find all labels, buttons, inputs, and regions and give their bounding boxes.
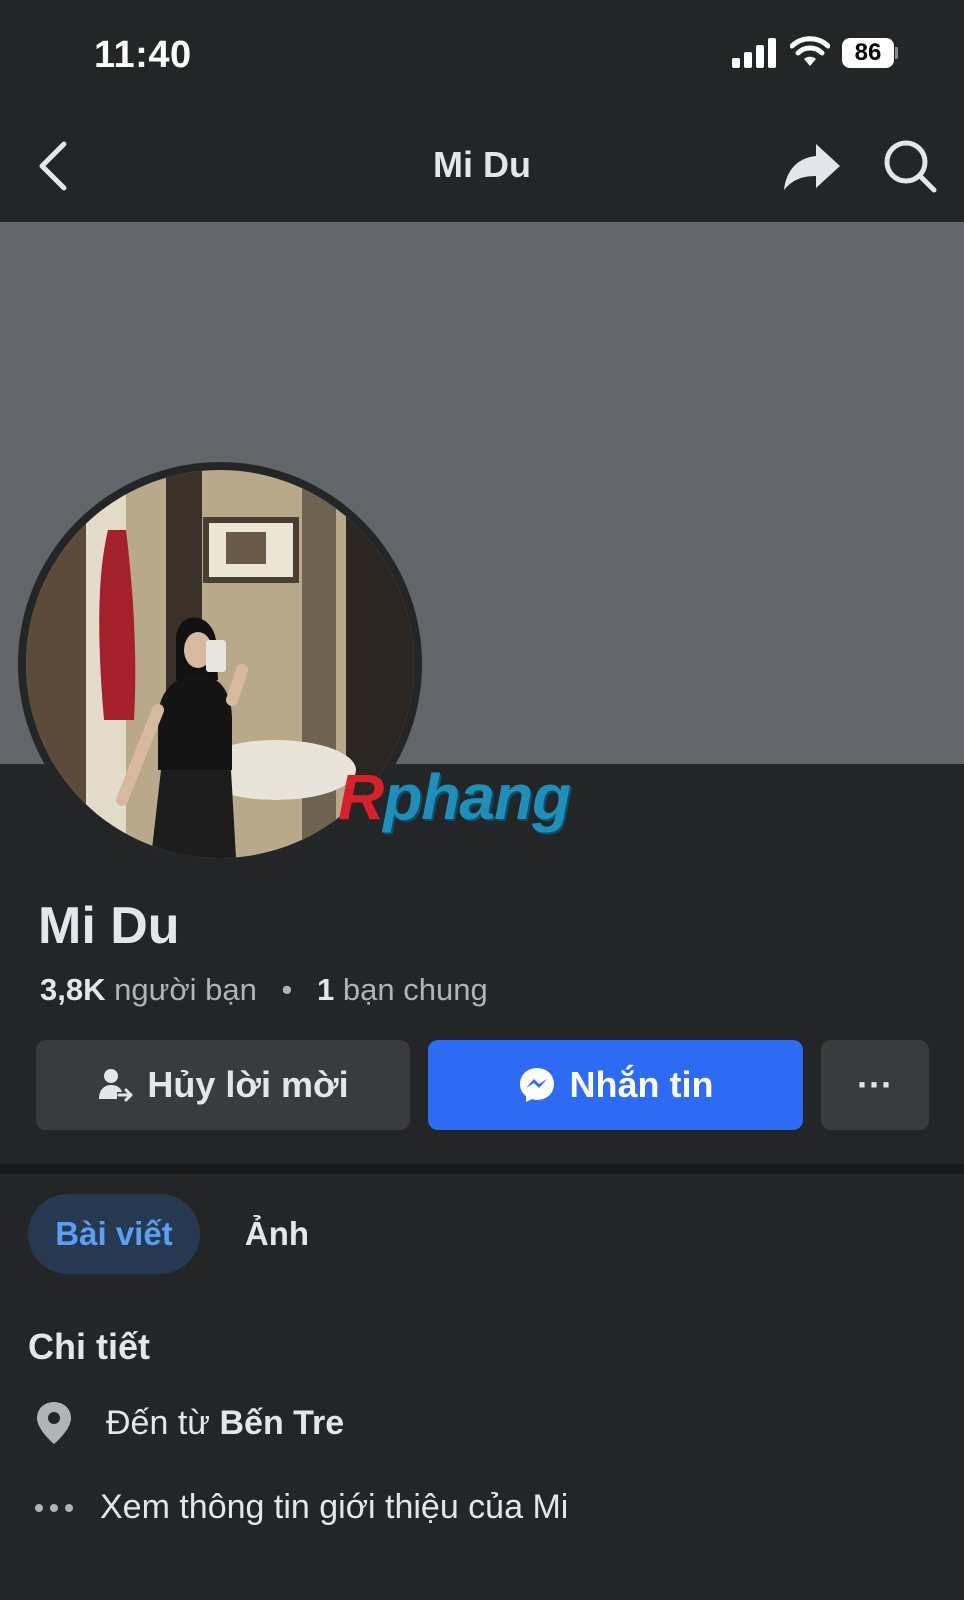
message-button[interactable]: Nhắn tin xyxy=(428,1040,803,1130)
cellular-signal-icon xyxy=(732,38,776,68)
separator-dot: • xyxy=(281,972,293,1007)
friends-summary[interactable]: 3,8K người bạn • 1 bạn chung xyxy=(40,972,488,1008)
mutual-count: 1 xyxy=(317,972,335,1007)
user-cancel-icon xyxy=(99,1069,133,1102)
more-icon: ··· xyxy=(857,1064,893,1105)
hometown-place: Bến Tre xyxy=(219,1403,345,1442)
see-about-label: Xem thông tin giới thiệu của Mi xyxy=(100,1488,569,1526)
details-heading: Chi tiết xyxy=(28,1326,150,1367)
nav-bar: Mi Du xyxy=(0,110,964,222)
watermark-logo: Rphang xyxy=(338,760,571,834)
cancel-request-button[interactable]: Hủy lời mời xyxy=(36,1040,410,1130)
message-label: Nhắn tin xyxy=(569,1064,714,1105)
watermark-text: phang xyxy=(383,761,571,833)
battery-indicator: 86 xyxy=(842,38,898,68)
wifi-icon xyxy=(790,36,830,66)
battery-level: 86 xyxy=(842,38,894,68)
watermark-letter: R xyxy=(338,761,384,833)
messenger-icon xyxy=(519,1068,554,1102)
cancel-request-label: Hủy lời mời xyxy=(147,1064,349,1105)
more-dots-icon xyxy=(35,1503,73,1512)
status-bar: 11:40 86 xyxy=(0,0,964,110)
location-pin-icon xyxy=(37,1402,71,1444)
status-time: 11:40 xyxy=(94,34,192,76)
more-options-button[interactable]: ··· xyxy=(821,1040,929,1130)
friends-count: 3,8K xyxy=(40,972,106,1007)
mutual-label: bạn chung xyxy=(342,972,488,1007)
friends-label: người bạn xyxy=(114,972,257,1007)
tab-posts[interactable]: Bài viết xyxy=(28,1194,200,1274)
see-about-link[interactable]: Xem thông tin giới thiệu của Mi xyxy=(34,1488,568,1527)
tab-photos[interactable]: Ảnh xyxy=(222,1194,332,1274)
profile-name: Mi Du xyxy=(38,897,180,955)
battery-nub xyxy=(895,47,898,59)
share-icon[interactable] xyxy=(782,136,842,196)
section-divider xyxy=(0,1164,964,1174)
hometown-prefix: Đến từ xyxy=(106,1403,220,1442)
hometown-row: Đến từ Bến Tre xyxy=(34,1400,344,1446)
search-icon[interactable] xyxy=(882,136,938,196)
